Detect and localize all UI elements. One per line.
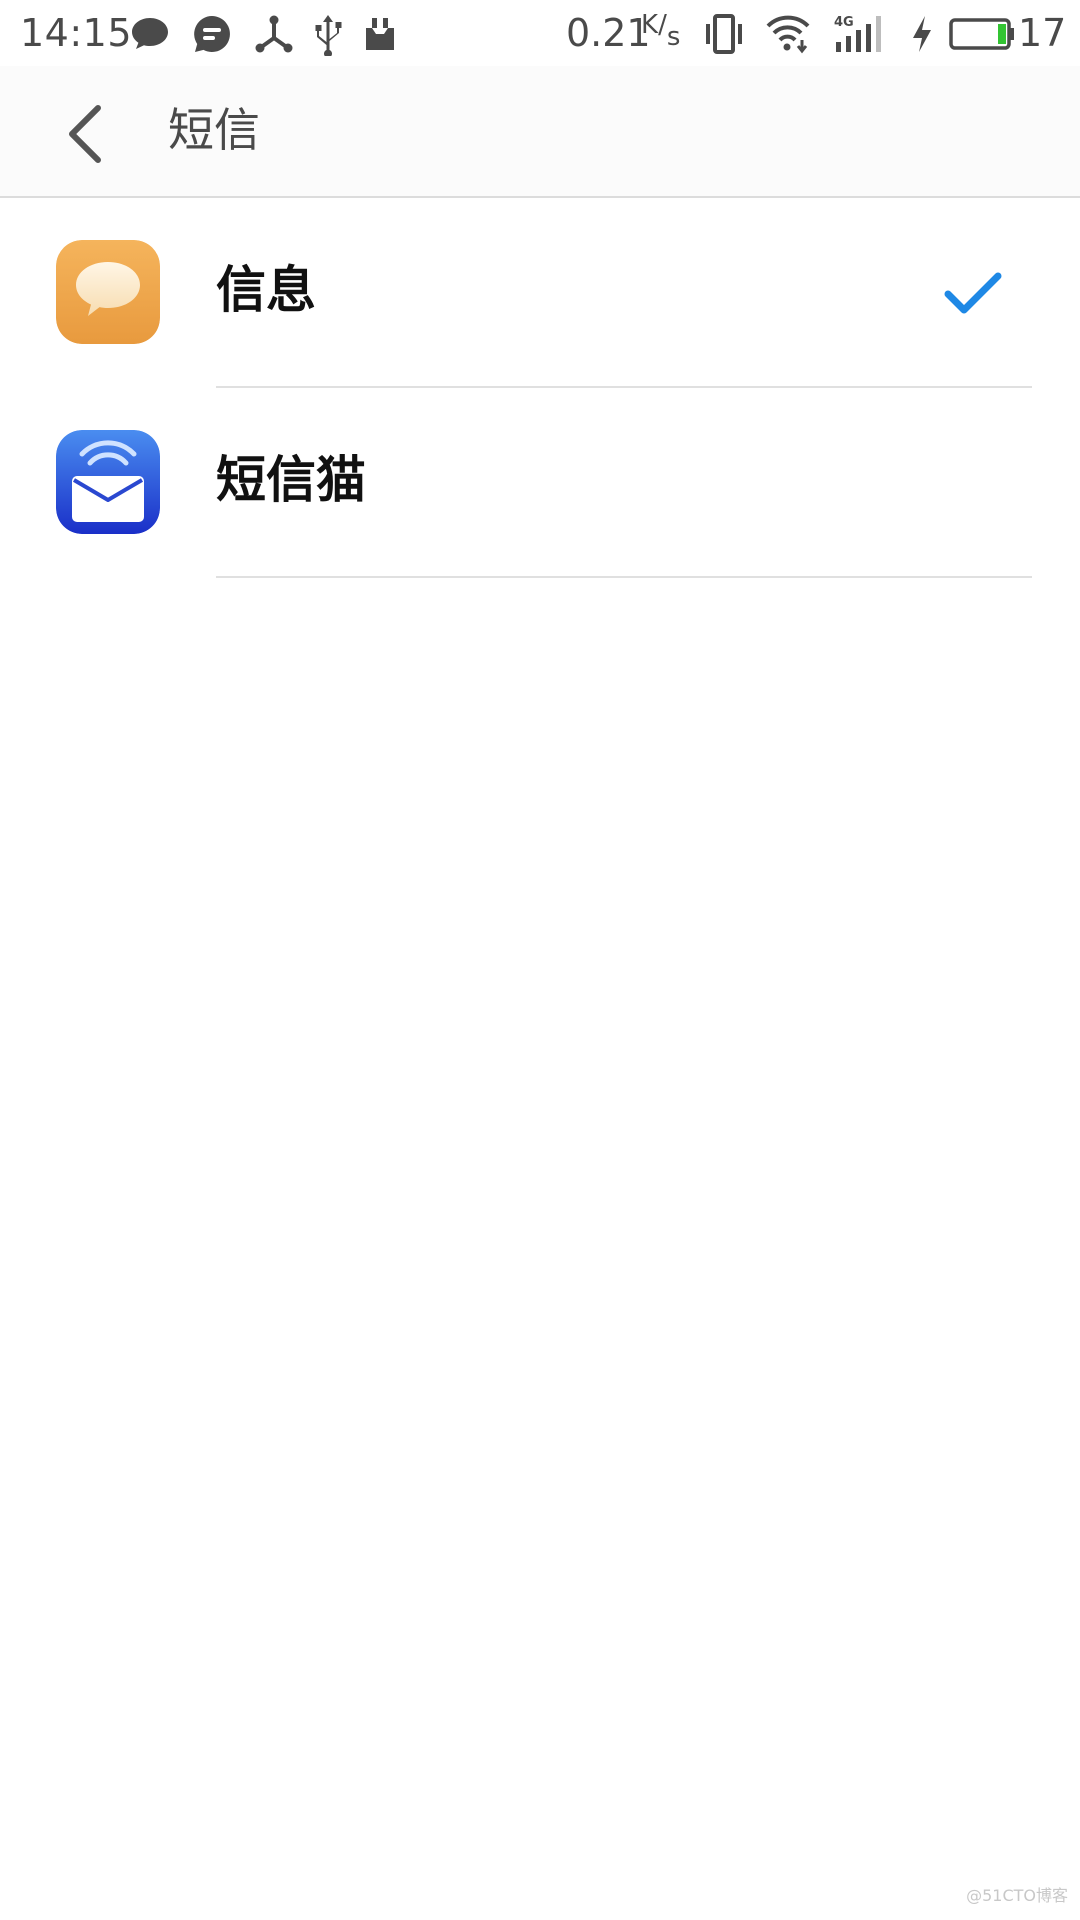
- battery-percent: 17: [1018, 11, 1067, 55]
- status-time: 14:15: [20, 11, 133, 55]
- usb-icon: [306, 12, 350, 56]
- speed-unit-bottom: s: [666, 22, 681, 52]
- sms-cat-app-icon: [56, 430, 160, 534]
- battery-icon: [948, 12, 1016, 56]
- app-bar: 短信: [0, 66, 1080, 198]
- app-label-sms-cat: 短信猫: [216, 451, 366, 509]
- list-item-sms-cat[interactable]: 短信猫: [0, 388, 1080, 578]
- chat-bubble-icon: [128, 12, 172, 56]
- back-arrow-icon: [69, 105, 101, 163]
- selected-check-icon: [944, 270, 1002, 316]
- message-app-icon: [190, 12, 234, 56]
- watermark-text: @51CTO博客: [966, 1886, 1068, 1905]
- network-speed-value: 0.21: [566, 11, 651, 55]
- default-sms-app-screen: 14:15 0.21 K/s 4G 17 短信 信息 短信猫 @51CTO博客: [0, 0, 1080, 1920]
- status-bar: 14:15 0.21 K/s 4G 17: [0, 0, 1080, 66]
- messages-app-icon: [56, 240, 160, 344]
- network-speed-unit: K/s: [641, 10, 680, 52]
- wifi-icon: [766, 12, 810, 56]
- share-hub-icon: [252, 12, 296, 56]
- speed-unit-slash: /: [658, 10, 667, 40]
- list-divider: [216, 576, 1032, 578]
- vibrate-icon: [702, 12, 746, 56]
- list-item-messages[interactable]: 信息: [0, 198, 1080, 388]
- clip-icon: [358, 12, 402, 56]
- charging-icon: [908, 12, 936, 56]
- speed-unit-top: K: [641, 10, 659, 40]
- signal-4g-icon: 4G: [832, 12, 892, 56]
- back-button[interactable]: [58, 102, 114, 166]
- app-label-messages: 信息: [216, 261, 316, 319]
- page-title: 短信: [168, 103, 260, 157]
- sms-app-list: 信息 短信猫: [0, 198, 1080, 578]
- network-type-text: 4G: [834, 15, 854, 30]
